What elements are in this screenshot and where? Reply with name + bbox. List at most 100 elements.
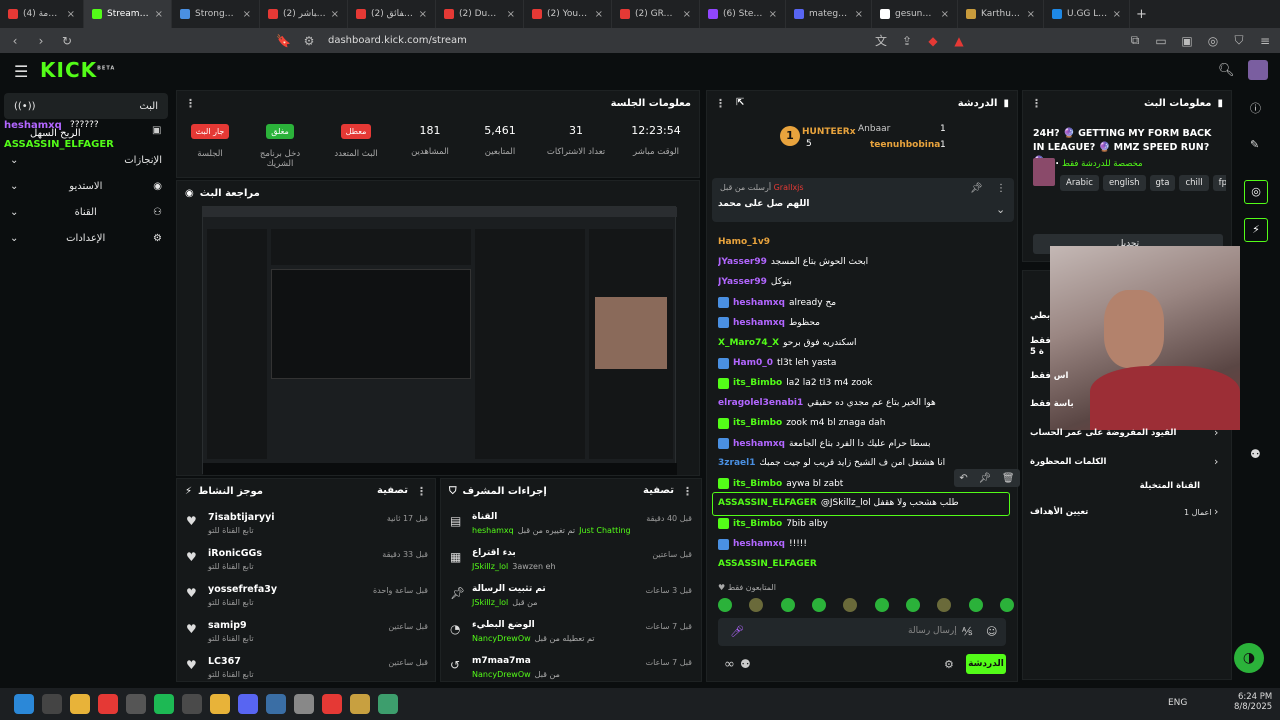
sidebar-item-achievements[interactable]: ⌄ الإنجازات xyxy=(0,147,172,173)
browser-tab[interactable]: (2) GRAND SUN × xyxy=(612,0,700,28)
site-info-icon[interactable]: ⚙ xyxy=(302,34,316,48)
close-icon[interactable]: × xyxy=(683,9,691,20)
chat-message[interactable]: heshamxq محظوط xyxy=(718,317,1008,329)
chat-username[interactable]: heshamxq xyxy=(733,298,785,308)
more-icon[interactable]: ⋮ xyxy=(185,97,196,110)
taskbar-app-icon[interactable] xyxy=(98,694,118,714)
chat-username[interactable]: X_Maro74_X xyxy=(718,338,779,348)
more-icon[interactable]: ⋮ xyxy=(715,97,726,110)
chevron-right-icon[interactable]: › xyxy=(1214,505,1218,518)
mod-action-user[interactable]: heshamxq xyxy=(472,526,514,535)
emote-icon[interactable] xyxy=(968,598,983,612)
close-icon[interactable]: × xyxy=(1113,9,1121,20)
lightning-icon[interactable]: ⚡︎ xyxy=(1244,218,1268,242)
users-icon[interactable]: ⚉ xyxy=(1250,447,1261,461)
stream-tag[interactable]: fps xyxy=(1212,175,1226,191)
chat-username[interactable]: its_Bimbo xyxy=(733,479,782,489)
language-indicator[interactable]: ENG xyxy=(1168,698,1187,708)
emote-icon[interactable] xyxy=(718,598,732,612)
gear-icon[interactable]: ⚙ xyxy=(944,658,954,671)
activity-user[interactable]: 7isabtijaryyi xyxy=(208,512,275,523)
browser-tab[interactable]: gesundheit mea × xyxy=(872,0,958,28)
pin-icon[interactable]: 📌︎ xyxy=(970,183,983,194)
activity-filter-button[interactable]: تصفية xyxy=(377,485,408,498)
mod-action-user[interactable]: NancyDrewOw xyxy=(472,670,531,679)
taskbar-app-icon[interactable] xyxy=(378,694,398,714)
popout-icon[interactable]: ⇱ xyxy=(736,97,744,110)
kick-logo[interactable]: KICKBETA xyxy=(40,58,115,82)
taskbar-app-icon[interactable] xyxy=(294,694,314,714)
chat-message[interactable]: heshamxq!!!!! xyxy=(718,538,1008,550)
close-icon[interactable]: × xyxy=(595,9,603,20)
bookmark-icon[interactable]: 🔖 xyxy=(276,34,291,48)
close-icon[interactable]: × xyxy=(769,9,777,20)
browser-tab[interactable]: Stream - Kick × xyxy=(84,0,172,28)
close-icon[interactable]: × xyxy=(1027,9,1035,20)
activity-user[interactable]: yossefrefa3y xyxy=(208,584,277,595)
taskbar-app-icon[interactable] xyxy=(210,694,230,714)
translate-icon[interactable]: 文 xyxy=(874,32,888,49)
menu-icon[interactable]: ≡ xyxy=(1258,34,1272,48)
taskbar-app-icon[interactable] xyxy=(350,694,370,714)
chat-username[interactable]: ASSASSIN_ELFAGER xyxy=(718,559,817,569)
reload-icon[interactable]: ↻ xyxy=(60,34,74,48)
new-tab-icon[interactable]: + xyxy=(1136,7,1147,22)
close-icon[interactable]: × xyxy=(419,9,427,20)
sidebar-item-live[interactable]: ((•)) البث xyxy=(4,93,168,119)
chat-username[interactable]: heshamxq xyxy=(733,318,785,328)
chat-message[interactable]: its_Bimbo 7bib alby xyxy=(718,518,1008,530)
leader-name[interactable]: HUNTEERx xyxy=(802,127,856,137)
emote-icon[interactable] xyxy=(780,598,795,612)
activity-user[interactable]: samip9 xyxy=(208,620,247,631)
browser-tab[interactable]: U.GG LoL Tier L × xyxy=(1044,0,1130,28)
chat-username[interactable]: its_Bimbo xyxy=(733,418,782,428)
chat-username[interactable]: heshamxq xyxy=(733,539,785,549)
leader-name-2[interactable]: Anbaar xyxy=(858,124,890,134)
back-icon[interactable]: ‹ xyxy=(8,34,22,48)
chat-username[interactable]: its_Bimbo xyxy=(733,519,782,529)
chat-message[interactable]: heshamxq بسطا حرام عليك دا الفرد بتاع الج… xyxy=(718,438,1008,449)
taskbar-app-icon[interactable] xyxy=(42,694,62,714)
taskbar-app-icon[interactable] xyxy=(266,694,286,714)
infinity-icon[interactable]: ∞ xyxy=(724,657,735,672)
stream-preview[interactable] xyxy=(202,206,677,475)
chat-message[interactable]: JYasser99 ابحث الحوش بتاع المسجد xyxy=(718,257,1008,267)
sidebar-item-settings[interactable]: ⌄ الإعدادات ⚙ xyxy=(0,225,172,251)
chat-message[interactable]: Ham0_0 tl3t leh yasta xyxy=(718,357,1008,369)
more-icon[interactable]: ⋮ xyxy=(996,183,1006,194)
browser-tab[interactable]: (2) بث مباشر × xyxy=(260,0,348,28)
emote-icon[interactable] xyxy=(874,598,889,612)
pin-icon[interactable]: 📌︎ xyxy=(978,473,991,484)
chat-message[interactable]: X_Maro74_X اسكندريه فوق برحو xyxy=(718,338,1008,348)
chat-username[interactable]: its_Bimbo xyxy=(733,378,782,388)
more-icon[interactable]: ⋮ xyxy=(682,485,693,498)
chat-username[interactable]: JYasser99 xyxy=(718,257,767,267)
stream-tag[interactable]: Arabic xyxy=(1060,175,1099,191)
chat-username[interactable]: heshamxq xyxy=(733,439,785,449)
chat-message[interactable]: JYasser99 بتوكل xyxy=(718,277,1008,287)
setting-item[interactable]: القيود المفروضة على عمر الحساب xyxy=(1030,428,1200,438)
emote-icon[interactable] xyxy=(905,598,920,612)
mod-action-target[interactable]: Just Chatting xyxy=(579,526,630,535)
people-icon[interactable]: ⚉ xyxy=(740,657,751,671)
avatar[interactable] xyxy=(1248,60,1268,80)
chat-message[interactable]: 3zrael1 انا هشتغل امن ف الشيخ زايد قريب ل… xyxy=(718,458,1008,468)
chat-message[interactable]: Hamo_1v9 xyxy=(718,237,1008,247)
mod-action-user[interactable]: NancyDrewOw xyxy=(472,634,531,643)
taskbar-app-icon[interactable] xyxy=(322,694,342,714)
chat-message[interactable]: elragolel3enabi1 هوا الخير بتاع عم مجدي د… xyxy=(718,398,1008,408)
close-icon[interactable]: × xyxy=(331,9,339,20)
emote-icon[interactable] xyxy=(843,598,858,612)
taskbar-app-icon[interactable] xyxy=(238,694,258,714)
stream-tag[interactable]: gta xyxy=(1149,175,1176,191)
delete-icon[interactable]: 🗑︎ xyxy=(1002,473,1015,484)
mic-icon[interactable]: 🎤︎ xyxy=(730,625,744,638)
emoji-icon[interactable]: ☺ xyxy=(986,625,997,638)
taskbar-app-icon[interactable] xyxy=(70,694,90,714)
activity-user[interactable]: LC367 xyxy=(208,656,241,667)
pencil-icon[interactable]: ✎ xyxy=(1250,138,1259,151)
extension-brave-icon[interactable]: ◆ xyxy=(926,34,940,48)
browser-tab[interactable]: (2) Dumb & Du × xyxy=(436,0,524,28)
commands-icon[interactable]: ⅍ xyxy=(962,625,972,638)
help-icon[interactable]: ◑ xyxy=(1234,643,1264,673)
